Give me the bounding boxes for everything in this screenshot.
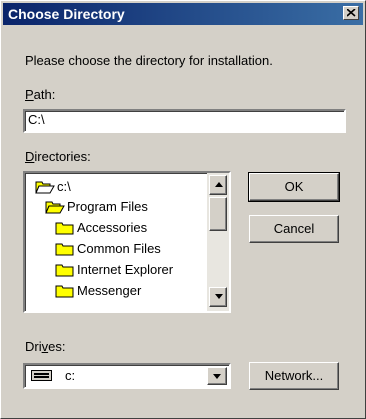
directories-label-rest: irectories: bbox=[34, 149, 91, 164]
drive-selected-value: c: bbox=[65, 368, 76, 383]
arrow-down-icon bbox=[215, 294, 223, 299]
drive-icon bbox=[31, 370, 52, 381]
directory-item-label: Accessories bbox=[77, 220, 148, 235]
open-folder-icon bbox=[35, 181, 55, 194]
folder-icon bbox=[55, 222, 74, 235]
scroll-up-button[interactable] bbox=[209, 175, 227, 195]
arrow-up-icon bbox=[215, 182, 223, 187]
ok-button[interactable]: OK bbox=[248, 172, 340, 202]
folder-icon bbox=[55, 264, 74, 277]
title-bar[interactable]: Choose Directory bbox=[3, 3, 363, 25]
directory-item-label: c:\ bbox=[57, 179, 71, 194]
path-label-accel: P bbox=[25, 87, 34, 102]
directories-scrollbar[interactable] bbox=[207, 173, 229, 311]
cancel-button[interactable]: Cancel bbox=[249, 215, 339, 243]
scroll-thumb[interactable] bbox=[209, 197, 227, 231]
directory-item-label: Internet Explorer bbox=[77, 262, 174, 277]
close-icon bbox=[347, 9, 356, 17]
path-field[interactable] bbox=[23, 109, 346, 133]
open-folder-icon bbox=[45, 201, 65, 214]
directories-label-accel: D bbox=[25, 149, 35, 164]
drives-label-rest: es: bbox=[48, 339, 66, 354]
directories-list[interactable]: c:\ Program Files Accessories Common Fil… bbox=[23, 171, 231, 313]
drives-label-pre: Dri bbox=[25, 339, 42, 354]
folder-icon bbox=[55, 243, 74, 256]
drives-label: Drives: bbox=[25, 339, 65, 354]
network-button[interactable]: Network... bbox=[249, 362, 339, 390]
folder-icon bbox=[55, 285, 74, 298]
window-title: Choose Directory bbox=[8, 6, 125, 22]
drive-dropdown-button[interactable] bbox=[207, 367, 227, 385]
instruction-text: Please choose the directory for installa… bbox=[25, 53, 273, 68]
close-button[interactable] bbox=[343, 6, 359, 20]
path-label-rest: ath: bbox=[33, 87, 56, 102]
directory-item-label: Program Files bbox=[67, 199, 148, 214]
directories-label: Directories: bbox=[25, 149, 91, 164]
scroll-down-button[interactable] bbox=[209, 287, 227, 307]
path-input[interactable] bbox=[28, 112, 248, 127]
directory-item-label: Messenger bbox=[77, 283, 142, 298]
directory-item-label: Common Files bbox=[77, 241, 161, 256]
chevron-down-icon bbox=[213, 374, 221, 379]
choose-directory-dialog: Choose Directory Please choose the direc… bbox=[0, 0, 366, 419]
drives-combobox[interactable]: c: bbox=[23, 363, 231, 389]
path-label: Path: bbox=[25, 87, 55, 102]
